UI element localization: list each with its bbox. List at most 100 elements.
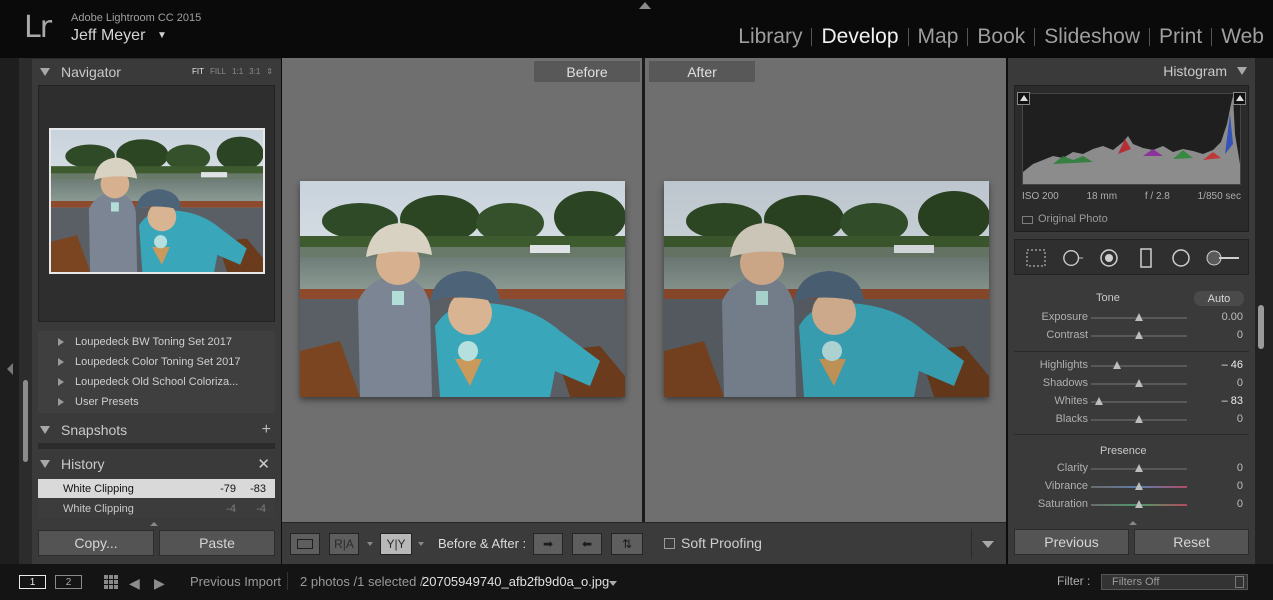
grid-view-icon[interactable] — [104, 575, 118, 589]
slider-thumb[interactable] — [1135, 379, 1143, 387]
zoom-stepper-icon[interactable]: ⇕ — [266, 67, 273, 76]
red-eye-tool-icon[interactable] — [1098, 248, 1120, 268]
slider-track[interactable] — [1091, 464, 1187, 472]
disclosure-triangle-icon[interactable] — [58, 378, 64, 386]
loupe-view-button[interactable] — [290, 533, 320, 555]
select-stepper-icon[interactable] — [1235, 576, 1244, 588]
history-step[interactable]: White Clipping -4 -4 — [38, 499, 275, 518]
filter-select[interactable]: Filters Off — [1101, 574, 1248, 590]
slider-thumb[interactable] — [1135, 331, 1143, 339]
slider-thumb[interactable] — [1135, 415, 1143, 423]
main-window-button[interactable]: 1 — [19, 575, 46, 589]
slider-track[interactable] — [1091, 397, 1187, 405]
left-panel-scrollbar[interactable] — [19, 58, 32, 564]
copy-before-to-after-button[interactable]: ➡ — [533, 533, 563, 555]
split-options-caret-icon[interactable] — [418, 542, 424, 546]
copy-after-to-before-button[interactable]: ⬅ — [572, 533, 602, 555]
highlight-clipping-icon[interactable] — [1233, 92, 1246, 105]
slider-value[interactable]: 0.00 — [1222, 311, 1243, 323]
right-panel-scrollbar[interactable] — [1255, 58, 1273, 564]
zoom-fit[interactable]: FIT — [192, 67, 204, 76]
slider-track[interactable] — [1091, 482, 1187, 490]
disclosure-triangle-icon[interactable] — [58, 398, 64, 406]
before-photo[interactable] — [300, 181, 625, 397]
zoom-3-1[interactable]: 3:1 — [249, 67, 260, 76]
slider-thumb[interactable] — [1095, 397, 1104, 405]
vibrance-slider[interactable]: Vibrance 0 — [1014, 478, 1249, 496]
preset-folder[interactable]: Loupedeck Old School Coloriza... — [58, 376, 238, 388]
panel-resize-handle-icon[interactable] — [1129, 521, 1137, 525]
slider-value[interactable]: 0 — [1237, 498, 1243, 510]
slider-thumb[interactable] — [1135, 313, 1143, 321]
reset-button[interactable]: Reset — [1134, 529, 1249, 555]
expand-triangle-icon[interactable] — [40, 68, 50, 76]
expand-triangle-icon[interactable] — [1237, 67, 1247, 75]
module-web[interactable]: Web — [1212, 25, 1273, 49]
slider-track[interactable] — [1091, 313, 1187, 321]
filename-caret-icon[interactable] — [609, 581, 617, 586]
navigator-preview[interactable] — [38, 85, 275, 322]
zoom-fill[interactable]: FILL — [210, 67, 226, 76]
module-print[interactable]: Print — [1150, 25, 1211, 49]
user-name[interactable]: Jeff Meyer — [71, 27, 145, 45]
slider-thumb[interactable] — [1112, 361, 1121, 369]
swap-before-after-button[interactable]: ⇅ — [611, 533, 643, 555]
collapse-left-panel-icon[interactable] — [7, 363, 13, 375]
preset-folder[interactable]: User Presets — [58, 396, 139, 408]
user-menu-caret-icon[interactable]: ▼ — [157, 30, 167, 41]
original-photo-checkbox[interactable] — [1022, 216, 1033, 224]
history-step[interactable]: White Clipping -79 -83 — [38, 479, 275, 498]
contrast-slider[interactable]: Contrast 0 — [1014, 327, 1249, 345]
expand-triangle-icon[interactable] — [40, 460, 50, 468]
radial-filter-tool-icon[interactable] — [1170, 248, 1192, 268]
slider-value[interactable]: 0 — [1237, 329, 1243, 341]
spot-removal-tool-icon[interactable] — [1062, 248, 1084, 268]
before-after-split-button[interactable]: Y|Y — [380, 533, 412, 555]
slider-track[interactable] — [1091, 379, 1187, 387]
saturation-slider[interactable]: Saturation 0 — [1014, 496, 1249, 514]
crop-tool-icon[interactable] — [1025, 248, 1047, 268]
previous-button[interactable]: Previous — [1014, 529, 1129, 555]
slider-value[interactable]: – 83 — [1222, 395, 1243, 407]
slider-thumb[interactable] — [1135, 482, 1143, 490]
secondary-window-button[interactable]: 2 — [55, 575, 82, 589]
arrow-right-icon[interactable]: ▶ — [154, 575, 165, 592]
slider-value[interactable]: 0 — [1237, 462, 1243, 474]
slider-thumb[interactable] — [1135, 464, 1143, 472]
add-snapshot-icon[interactable]: + — [262, 421, 271, 439]
adjustment-brush-tool-icon[interactable] — [1205, 248, 1241, 268]
slider-value[interactable]: 0 — [1237, 377, 1243, 389]
panel-resize-handle-icon[interactable] — [150, 522, 158, 526]
source-label[interactable]: Previous Import — [190, 574, 281, 589]
scrollbar-thumb[interactable] — [1258, 305, 1264, 349]
module-library[interactable]: Library — [729, 25, 811, 49]
slider-value[interactable]: – 46 — [1222, 359, 1243, 371]
slider-track[interactable] — [1091, 331, 1187, 339]
shadow-clipping-icon[interactable] — [1017, 92, 1030, 105]
highlights-slider[interactable]: Highlights – 46 — [1014, 357, 1249, 375]
whites-slider[interactable]: Whites – 83 — [1014, 393, 1249, 411]
blacks-slider[interactable]: Blacks 0 — [1014, 411, 1249, 429]
shadows-slider[interactable]: Shadows 0 — [1014, 375, 1249, 393]
preset-folder[interactable]: Loupedeck Color Toning Set 2017 — [58, 356, 241, 368]
paste-button[interactable]: Paste — [159, 530, 275, 556]
clear-history-icon[interactable]: ✕ — [257, 455, 270, 473]
preset-folder[interactable]: Loupedeck BW Toning Set 2017 — [58, 336, 232, 348]
after-photo[interactable] — [664, 181, 989, 397]
arrow-left-icon[interactable]: ◀ — [129, 575, 140, 592]
zoom-1-1[interactable]: 1:1 — [232, 67, 243, 76]
expand-triangle-icon[interactable] — [40, 426, 50, 434]
histogram-header[interactable]: Histogram — [1008, 58, 1255, 84]
left-panel-toggle[interactable] — [0, 58, 19, 564]
module-book[interactable]: Book — [968, 25, 1034, 49]
toolbar-content-menu-icon[interactable] — [982, 541, 994, 548]
copy-button[interactable]: Copy... — [38, 530, 154, 556]
history-header[interactable]: History — [32, 451, 281, 477]
module-map[interactable]: Map — [909, 25, 968, 49]
module-develop[interactable]: Develop — [812, 25, 907, 49]
graduated-filter-tool-icon[interactable] — [1135, 248, 1157, 268]
view-options-caret-icon[interactable] — [367, 542, 373, 546]
selected-filename[interactable]: 20705949740_afb2fb9d0a_o.jpg — [422, 574, 609, 589]
slider-track[interactable] — [1091, 500, 1187, 508]
slider-value[interactable]: 0 — [1237, 413, 1243, 425]
